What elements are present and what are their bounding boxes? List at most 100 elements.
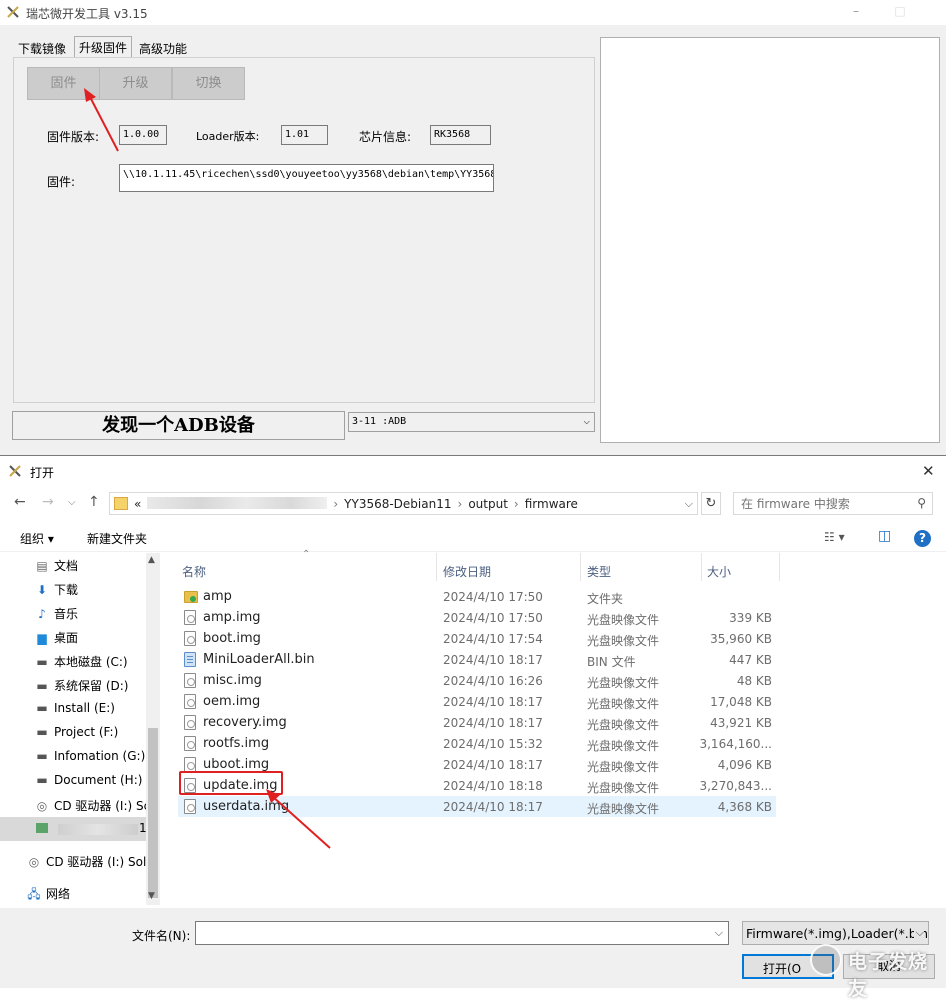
column-divider[interactable] xyxy=(779,553,780,581)
file-row[interactable]: amp 2024/4/10 17:50 文件夹 xyxy=(178,586,776,607)
device-select-value: 3-11 :ADB xyxy=(352,416,407,427)
file-row-selected[interactable]: userdata.img 2024/4/10 18:17 光盘映像文件 4,368 K… xyxy=(178,796,776,817)
address-bar[interactable]: «› YY3568-Debian11 › output › firmware ⌵ xyxy=(109,492,698,515)
file-list: ⌃ 名称 修改日期 类型 大小 amp 2024/4/10 17:50 文件夹 am… xyxy=(172,549,946,908)
annotation-highlight-box xyxy=(179,771,283,795)
tab-download-image[interactable]: 下载镜像 xyxy=(14,38,70,58)
scrollbar-thumb[interactable] xyxy=(148,728,158,898)
drive-icon: ▬ xyxy=(36,701,48,715)
nav-item-drive-g[interactable]: ▬ Infomation (G:) xyxy=(34,749,145,763)
nav-item-music[interactable]: ♪ 音乐 xyxy=(34,605,78,622)
column-divider[interactable] xyxy=(436,553,437,581)
file-row[interactable]: misc.img 2024/4/10 16:26 光盘映像文件 48 KB xyxy=(178,670,776,691)
folder-icon xyxy=(184,591,198,603)
disc-image-icon xyxy=(184,757,196,772)
switch-button[interactable]: 切换 xyxy=(172,67,245,100)
nav-item-drive-d[interactable]: ▬ 系统保留 (D:) xyxy=(34,677,128,694)
dialog-footer: 文件名(N): ⌵ Firmware(*.img),Loader(*.bin ⌵… xyxy=(0,908,946,988)
document-icon: ▤ xyxy=(36,559,48,573)
column-header-name[interactable]: 名称 xyxy=(182,563,206,580)
nav-item-drive-h[interactable]: ▬ Document (H:) xyxy=(34,773,142,787)
nav-item-cd-drive-2[interactable]: ◎ CD 驱动器 (I:) Sol xyxy=(26,853,146,870)
tab-upgrade-firmware[interactable]: 升级固件 xyxy=(74,36,133,58)
breadcrumb-overflow[interactable]: « xyxy=(134,497,141,511)
disc-image-icon xyxy=(184,631,196,646)
nav-item-drive-f[interactable]: ▬ Project (F:) xyxy=(34,725,118,739)
up-arrow-icon[interactable]: ↑ xyxy=(88,494,100,510)
minimize-icon[interactable]: – xyxy=(850,4,862,18)
dialog-title: 打开 xyxy=(30,466,55,480)
recent-dropdown-icon[interactable]: ⌵ xyxy=(68,497,76,508)
loader-version-field: 1.01 xyxy=(281,125,328,145)
blurred-drive-label xyxy=(58,824,138,835)
breadcrumb-item-yy3568[interactable]: YY3568-Debian11 xyxy=(344,497,451,511)
back-arrow-icon[interactable]: ← xyxy=(14,494,26,510)
chevron-down-icon[interactable]: ⌵ xyxy=(685,497,693,511)
organize-button[interactable]: 组织 ▾ xyxy=(20,530,54,547)
firmware-button[interactable]: 固件 xyxy=(27,67,100,100)
chip-info-label: 芯片信息: xyxy=(359,130,412,144)
file-row[interactable]: rootfs.img 2024/4/10 15:32 光盘映像文件 3,164,160… xyxy=(178,733,776,754)
navigation-pane: ▤ 文档 ⬇ 下载 ♪ 音乐 ▆ 桌面 ▬ 本地磁盘 (C:) ▬ 系统保留 (D:) ▬ I… xyxy=(0,553,160,908)
search-input[interactable] xyxy=(734,493,904,514)
drive-icon: ▬ xyxy=(36,679,48,693)
chevron-down-icon: ⌵ xyxy=(583,414,590,427)
preview-pane-icon[interactable]: ◫ xyxy=(878,528,891,544)
firmware-path-field: \\10.1.11.45\ricechen\ssd0\youyeetoo\yy3… xyxy=(119,164,494,192)
close-icon[interactable]: ✕ xyxy=(922,462,935,480)
network-icon: 🖧 xyxy=(27,887,41,901)
refresh-icon[interactable]: ↻ xyxy=(701,492,721,515)
file-row[interactable]: recovery.img 2024/4/10 18:17 光盘映像文件 43,921 … xyxy=(178,712,776,733)
column-divider[interactable] xyxy=(580,553,581,581)
nav-item-cd-drive[interactable]: ◎ CD 驱动器 (I:) Sc xyxy=(34,797,146,814)
maximize-icon[interactable]: □ xyxy=(894,4,906,18)
column-header-type[interactable]: 类型 xyxy=(587,563,611,580)
filename-input[interactable]: ⌵ xyxy=(195,921,729,945)
cd-icon: ◎ xyxy=(36,799,48,813)
nav-item-downloads[interactable]: ⬇ 下载 xyxy=(34,581,78,598)
nav-item-network[interactable]: 🖧 网络 xyxy=(26,885,70,906)
nav-item-drive-e[interactable]: ▬ Install (E:) xyxy=(34,701,115,715)
column-divider[interactable] xyxy=(701,553,702,581)
disc-image-icon xyxy=(184,610,196,625)
tools-icon xyxy=(7,6,19,18)
device-select[interactable]: 3-11 :ADB ⌵ xyxy=(348,412,595,432)
disc-image-icon xyxy=(184,715,196,730)
nav-item-selected-drive[interactable]: 1 xyxy=(0,817,147,841)
download-icon: ⬇ xyxy=(36,583,48,597)
firmware-path-label: 固件: xyxy=(47,175,76,189)
file-row[interactable]: amp.img 2024/4/10 17:50 光盘映像文件 339 KB xyxy=(178,607,776,628)
nav-item-desktop[interactable]: ▆ 桌面 xyxy=(34,629,78,646)
chevron-down-icon[interactable]: ⌵ xyxy=(715,926,723,940)
watermark-logo-icon xyxy=(810,944,842,976)
column-header-date[interactable]: 修改日期 xyxy=(443,563,491,580)
fw-version-field: 1.0.00 xyxy=(119,125,167,145)
scroll-down-icon[interactable]: ▼ xyxy=(148,891,155,901)
file-row[interactable]: oem.img 2024/4/10 18:17 光盘映像文件 17,048 KB xyxy=(178,691,776,712)
breadcrumb-item-output[interactable]: output xyxy=(468,497,508,511)
log-panel xyxy=(600,37,940,443)
help-icon[interactable]: ? xyxy=(914,530,931,547)
file-row[interactable]: MiniLoaderAll.bin 2024/4/10 18:17 BIN 文件 44… xyxy=(178,649,776,670)
breadcrumb-item-firmware[interactable]: firmware xyxy=(525,497,578,511)
upgrade-button[interactable]: 升级 xyxy=(99,67,172,100)
view-options-icon[interactable]: ☷ ▾ xyxy=(824,530,845,544)
nav-item-drive-c[interactable]: ▬ 本地磁盘 (C:) xyxy=(34,653,127,670)
file-row[interactable]: boot.img 2024/4/10 17:54 光盘映像文件 35,960 KB xyxy=(178,628,776,649)
dialog-toolbar: 组织 ▾ 新建文件夹 ☷ ▾ ◫ ? xyxy=(0,522,946,552)
scroll-up-icon[interactable]: ▲ xyxy=(148,555,155,565)
nav-item-documents[interactable]: ▤ 文档 xyxy=(34,557,78,574)
search-box[interactable]: ⚲ xyxy=(733,492,933,515)
network-drive-icon xyxy=(36,823,48,833)
tab-advanced[interactable]: 高级功能 xyxy=(135,38,191,58)
tools-icon xyxy=(9,465,21,477)
chevron-down-icon: ⌵ xyxy=(913,926,924,940)
search-icon: ⚲ xyxy=(917,496,926,510)
new-folder-button[interactable]: 新建文件夹 xyxy=(87,530,147,547)
column-header-size[interactable]: 大小 xyxy=(707,563,731,580)
disc-image-icon xyxy=(184,694,196,709)
forward-arrow-icon[interactable]: → xyxy=(42,494,54,510)
nav-scrollbar[interactable]: ▲ ▼ xyxy=(146,553,160,905)
disc-image-icon xyxy=(184,673,196,688)
device-status: 发现一个ADB设备 xyxy=(12,411,345,440)
